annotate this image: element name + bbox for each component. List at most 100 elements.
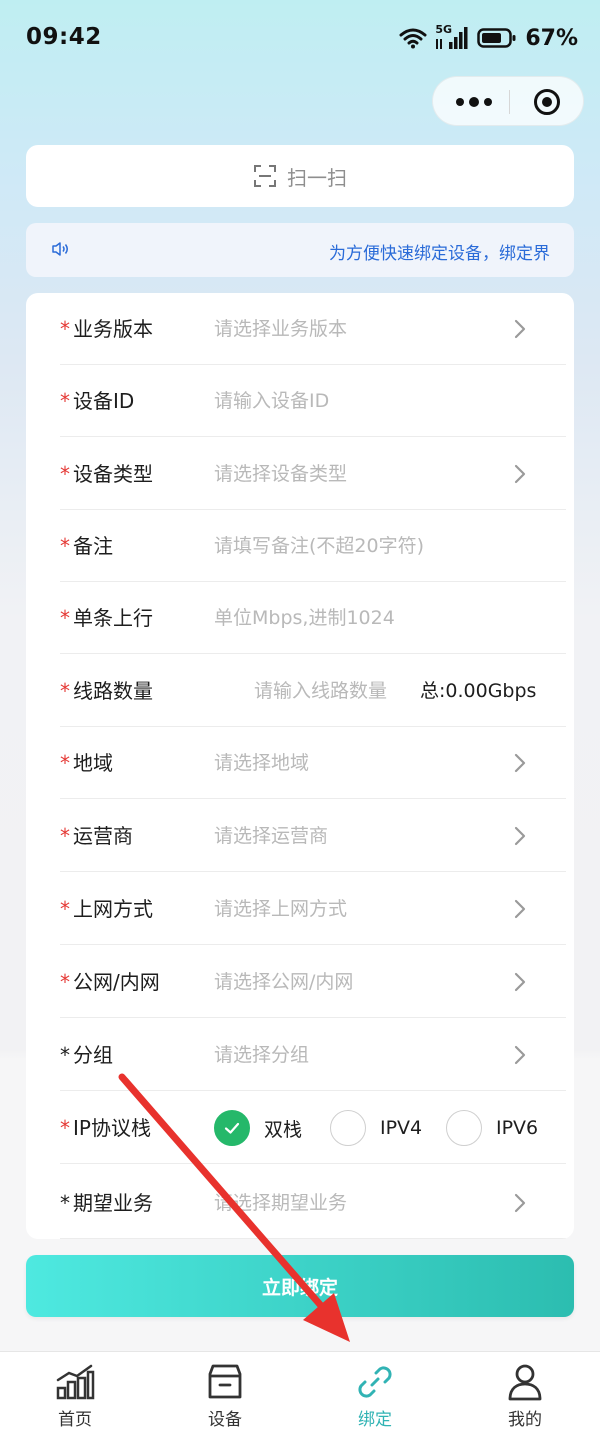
row-device-id[interactable]: * 设备ID 请输入设备ID xyxy=(60,365,566,437)
required-mark: * xyxy=(60,751,70,775)
ip-stack-radio-group: 双栈 IPV4 IPV6 xyxy=(214,1092,566,1164)
bar-chart-icon xyxy=(56,1364,95,1400)
bind-device-form: * 业务版本 请选择业务版本 * 设备ID 请输入设备ID * 设备类型 请选择设备类… xyxy=(26,293,574,1239)
bind-now-button[interactable]: 立即绑定 xyxy=(26,1255,574,1317)
row-label: 设备ID xyxy=(73,389,135,413)
checkmark-icon xyxy=(224,1122,240,1134)
radio-unchecked-icon xyxy=(330,1110,366,1146)
tab-home[interactable]: 首页 xyxy=(0,1352,150,1436)
radio-label: IPV6 xyxy=(496,1117,539,1139)
more-options-button[interactable] xyxy=(451,87,497,117)
required-mark: * xyxy=(60,462,70,486)
device-id-input[interactable]: 请输入设备ID xyxy=(214,365,329,437)
tab-profile[interactable]: 我的 xyxy=(450,1352,600,1436)
group-select[interactable]: 请选择分组 xyxy=(214,1019,309,1091)
chevron-right-icon xyxy=(514,972,526,992)
speaker-icon xyxy=(52,242,68,256)
row-region[interactable]: * 地域 请选择地域 xyxy=(60,727,566,799)
access-mode-select[interactable]: 请选择上网方式 xyxy=(214,873,347,945)
chevron-right-icon xyxy=(514,1045,526,1065)
uplink-input[interactable]: 单位Mbps,进制1024 xyxy=(214,582,395,654)
row-uplink[interactable]: * 单条上行 单位Mbps,进制1024 xyxy=(60,582,566,654)
chevron-right-icon xyxy=(514,753,526,773)
status-indicators: 5G 67% xyxy=(399,23,578,52)
chevron-right-icon xyxy=(514,899,526,919)
chevron-right-icon xyxy=(514,1193,526,1213)
wifi-icon xyxy=(399,28,427,49)
device-type-select[interactable]: 请选择设备类型 xyxy=(214,438,347,510)
close-mini-program-button[interactable] xyxy=(533,88,561,116)
row-business-version[interactable]: * 业务版本 请选择业务版本 xyxy=(60,293,566,365)
expected-business-select[interactable]: 请选择期望业务 xyxy=(214,1167,347,1239)
bottom-tab-bar: 首页 设备 绑定 我的 xyxy=(0,1351,600,1436)
link-icon xyxy=(358,1366,392,1398)
row-group[interactable]: * 分组 请选择分组 xyxy=(60,1019,566,1091)
total-bandwidth: 总:0.00Gbps xyxy=(420,680,537,702)
row-label: 地域 xyxy=(73,751,113,775)
box-icon xyxy=(208,1364,242,1399)
row-line-count[interactable]: * 线路数量 请输入线路数量 总:0.00Gbps xyxy=(60,655,566,727)
row-label: 上网方式 xyxy=(73,897,153,921)
row-ip-stack: * IP协议栈 双栈 IPV4 IPV6 xyxy=(60,1092,566,1164)
region-select[interactable]: 请选择地域 xyxy=(214,727,309,799)
mini-program-capsule xyxy=(432,76,584,126)
row-label: IP协议栈 xyxy=(73,1116,151,1140)
required-mark: * xyxy=(60,1116,70,1140)
tab-label: 我的 xyxy=(508,1410,542,1430)
isp-select[interactable]: 请选择运营商 xyxy=(214,800,328,872)
tab-bind[interactable]: 绑定 xyxy=(300,1352,450,1436)
scan-icon xyxy=(254,165,276,187)
required-mark: * xyxy=(60,824,70,848)
chevron-right-icon xyxy=(514,319,526,339)
required-mark: * xyxy=(60,679,70,703)
row-label: 业务版本 xyxy=(73,317,153,341)
row-label: 公网/内网 xyxy=(73,970,160,994)
required-mark: * xyxy=(60,970,70,994)
scan-label: 扫一扫 xyxy=(287,165,347,190)
radio-ipv6[interactable]: IPV6 xyxy=(446,1109,538,1147)
status-time: 09:42 xyxy=(26,24,102,50)
required-mark: * xyxy=(60,606,70,630)
business-version-select[interactable]: 请选择业务版本 xyxy=(214,293,347,365)
row-expected-business[interactable]: * 期望业务 请选择期望业务 xyxy=(60,1167,566,1239)
row-label: 线路数量 xyxy=(73,679,153,703)
network-type-select[interactable]: 请选择公网/内网 xyxy=(214,946,353,1018)
tab-devices[interactable]: 设备 xyxy=(150,1352,300,1436)
status-bar: 09:42 5G 67% xyxy=(0,0,600,70)
row-device-type[interactable]: * 设备类型 请选择设备类型 xyxy=(60,438,566,510)
radio-label: IPV4 xyxy=(380,1117,423,1139)
tab-label: 设备 xyxy=(208,1410,242,1430)
required-mark: * xyxy=(60,317,70,341)
chevron-right-icon xyxy=(514,464,526,484)
row-isp[interactable]: * 运营商 请选择运营商 xyxy=(60,800,566,872)
row-label: 备注 xyxy=(73,534,113,558)
line-count-input[interactable]: 请输入线路数量 xyxy=(254,655,387,727)
optional-mark: * xyxy=(60,1043,70,1067)
radio-ipv4[interactable]: IPV4 xyxy=(330,1109,422,1147)
row-label: 单条上行 xyxy=(73,606,153,630)
tab-label: 首页 xyxy=(58,1410,92,1430)
row-label: 分组 xyxy=(73,1043,113,1067)
row-label: 运营商 xyxy=(73,824,133,848)
row-label: 设备类型 xyxy=(73,462,153,486)
row-label: 期望业务 xyxy=(73,1191,153,1215)
cellular-signal-icon: 5G xyxy=(435,23,469,51)
row-network-type[interactable]: * 公网/内网 请选择公网/内网 xyxy=(60,946,566,1018)
battery-icon xyxy=(477,28,516,48)
required-mark: * xyxy=(60,389,70,413)
remark-input[interactable]: 请填写备注(不超20字符) xyxy=(214,510,424,582)
scan-button[interactable]: 扫一扫 xyxy=(26,145,574,207)
chevron-right-icon xyxy=(514,826,526,846)
capsule-divider xyxy=(509,90,510,114)
required-mark: * xyxy=(60,897,70,921)
optional-mark: * xyxy=(60,1191,70,1215)
notice-text: 为方便快速绑定设备，绑定界 xyxy=(329,244,550,264)
radio-dual-stack[interactable]: 双栈 xyxy=(214,1109,302,1147)
target-close-icon xyxy=(534,89,560,115)
row-access-mode[interactable]: * 上网方式 请选择上网方式 xyxy=(60,873,566,945)
radio-label: 双栈 xyxy=(264,1118,303,1141)
radio-checked-icon xyxy=(214,1110,250,1146)
more-dots-icon xyxy=(456,97,492,107)
tab-label: 绑定 xyxy=(358,1410,392,1430)
row-remark[interactable]: * 备注 请填写备注(不超20字符) xyxy=(60,510,566,582)
